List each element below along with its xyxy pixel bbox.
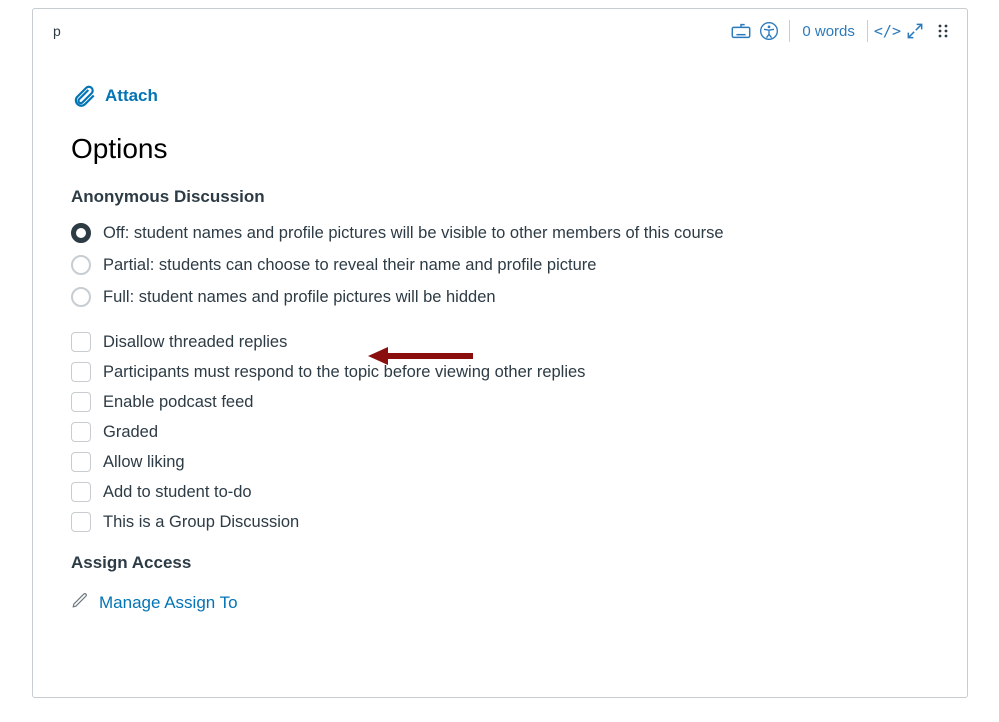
radio-label: Partial: students can choose to reveal t… [103,256,596,275]
checkbox-label: Disallow threaded replies [103,333,287,352]
check-podcast[interactable]: Enable podcast feed [71,387,929,417]
checkbox-icon [71,332,91,352]
checkbox-label: Add to student to-do [103,483,252,502]
checkbox-label: Enable podcast feed [103,393,253,412]
checkbox-icon [71,482,91,502]
fullscreen-icon[interactable] [901,17,929,45]
check-group-discussion[interactable]: This is a Group Discussion [71,507,929,537]
pencil-icon [71,591,89,614]
assign-access-heading: Assign Access [71,553,929,573]
check-respond-first[interactable]: Participants must respond to the topic b… [71,357,929,387]
radio-label: Off: student names and profile pictures … [103,224,724,243]
html-editor-toggle[interactable]: </> [874,17,901,45]
attach-button[interactable]: Attach [71,83,929,109]
toolbar-divider [867,20,868,42]
editor-status-bar: p 0 words </> [33,9,967,53]
radio-icon [71,223,91,243]
word-count[interactable]: 0 words [796,23,861,40]
anon-partial-option[interactable]: Partial: students can choose to reveal t… [71,249,929,281]
attach-label: Attach [105,86,158,106]
checkbox-icon [71,362,91,382]
checkbox-label: This is a Group Discussion [103,513,299,532]
anon-full-option[interactable]: Full: student names and profile pictures… [71,281,929,313]
checkbox-icon [71,512,91,532]
checkbox-icon [71,392,91,412]
checkbox-icon [71,452,91,472]
radio-icon [71,255,91,275]
checkbox-label: Graded [103,423,158,442]
more-options-icon[interactable] [929,17,957,45]
paperclip-icon [71,83,97,109]
options-heading: Options [71,133,929,165]
checkbox-icon [71,422,91,442]
check-graded[interactable]: Graded [71,417,929,447]
accessibility-icon[interactable] [755,17,783,45]
check-disallow-threaded[interactable]: Disallow threaded replies [71,327,929,357]
manage-assign-to-button[interactable]: Manage Assign To [71,591,929,614]
anon-off-option[interactable]: Off: student names and profile pictures … [71,217,929,249]
radio-icon [71,287,91,307]
checkbox-label: Allow liking [103,453,185,472]
check-liking[interactable]: Allow liking [71,447,929,477]
radio-label: Full: student names and profile pictures… [103,288,496,307]
manage-assign-to-label: Manage Assign To [99,593,238,613]
editor-element-path[interactable]: p [53,23,61,39]
check-todo[interactable]: Add to student to-do [71,477,929,507]
checkbox-label: Participants must respond to the topic b… [103,363,585,382]
anonymous-heading: Anonymous Discussion [71,187,929,207]
options-checkbox-group: Disallow threaded replies Participants m… [71,327,929,537]
options-content: Attach Options Anonymous Discussion Off:… [33,53,967,614]
toolbar-divider [789,20,790,42]
keyboard-shortcuts-icon[interactable] [727,17,755,45]
anonymous-radio-group: Off: student names and profile pictures … [71,217,929,313]
discussion-options-panel: p 0 words </> [32,8,968,698]
